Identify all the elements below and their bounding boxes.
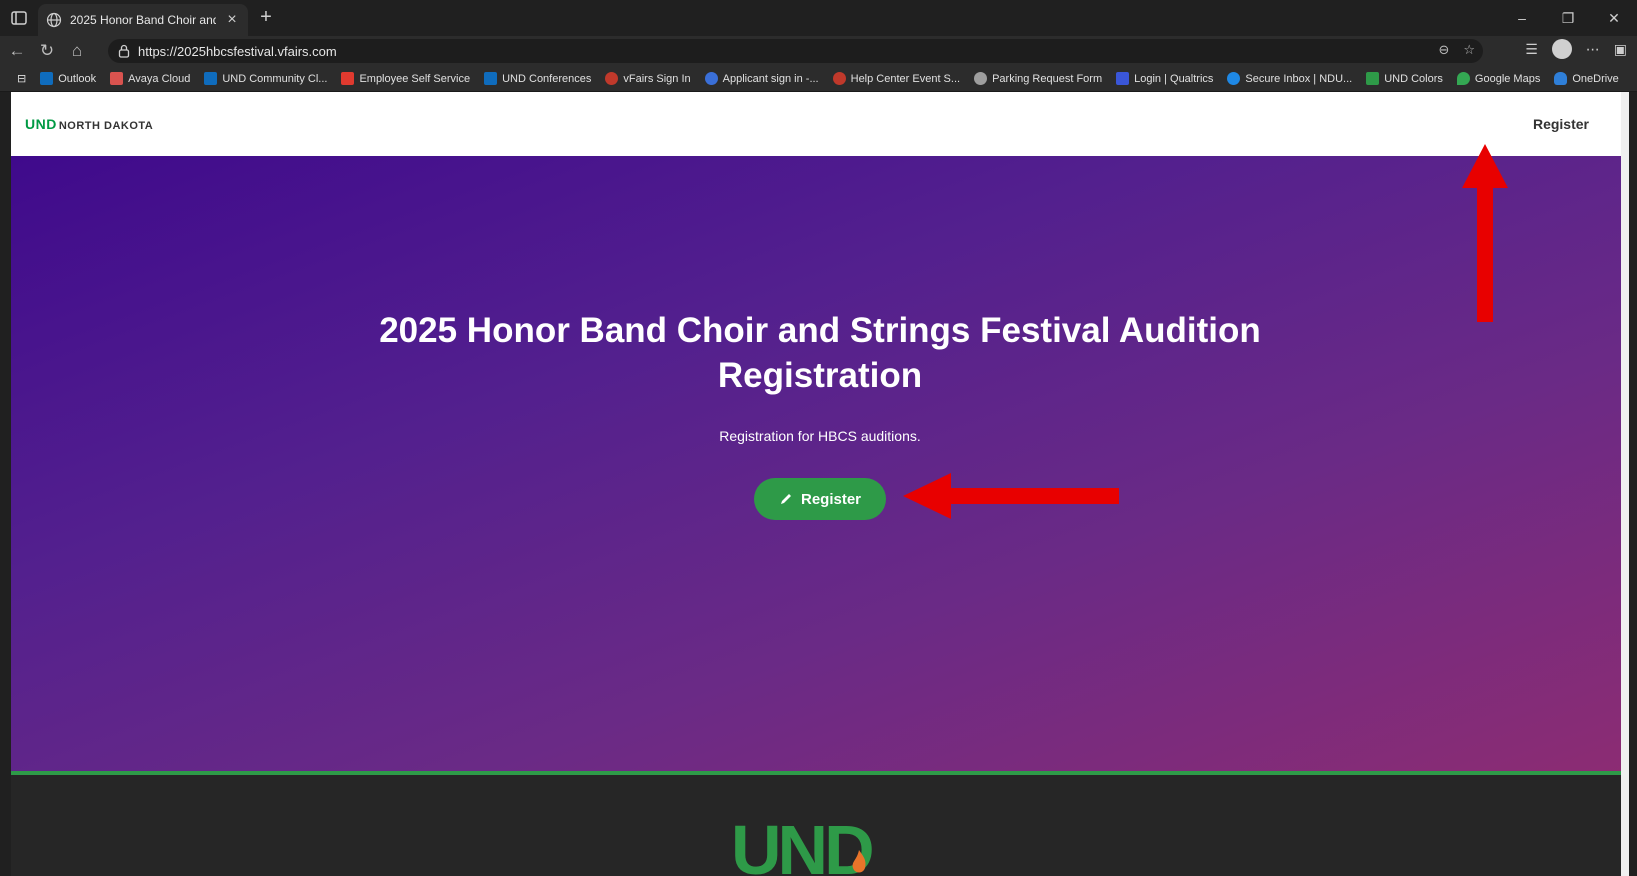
hero-subtitle: Registration for HBCS auditions. xyxy=(719,428,921,444)
bookmark-item[interactable]: Outlook xyxy=(33,72,103,85)
more-options-circle-icon[interactable]: ⊖ xyxy=(1438,42,1449,58)
favorite-star-icon[interactable]: ☆ xyxy=(1463,42,1475,58)
pencil-icon xyxy=(780,494,791,504)
tab-title: 2025 Honor Band Choir and Strin xyxy=(70,13,216,27)
toolbar-right-actions: ☰ ⋯ ▣ xyxy=(1525,39,1627,59)
bookmark-item[interactable]: Login | Qualtrics xyxy=(1109,72,1220,85)
page-viewport: UND NORTH DAKOTA Register 2025 Honor Ban… xyxy=(11,92,1629,876)
bookmark-item[interactable]: Employee Self Service xyxy=(334,72,477,85)
und-logo[interactable]: UND NORTH DAKOTA xyxy=(25,116,153,132)
qualtrics-icon xyxy=(1116,72,1130,85)
globe-icon xyxy=(974,72,988,85)
secure-inbox-icon xyxy=(1227,72,1241,85)
browser-tab-active[interactable]: 2025 Honor Band Choir and Strin × xyxy=(38,4,248,36)
vfairs-icon xyxy=(605,72,619,85)
restore-button[interactable]: ❐ xyxy=(1545,0,1591,36)
site-header: UND NORTH DAKOTA Register xyxy=(11,92,1629,156)
minimize-button[interactable]: – xyxy=(1499,0,1545,36)
bookmark-item[interactable]: vFairs Sign In xyxy=(598,72,697,85)
bookmark-item[interactable]: Parking Request Form xyxy=(967,72,1109,85)
bookmarks-bar: ⊟ Outlook Avaya Cloud UND Community Cl..… xyxy=(0,66,1637,92)
globe-icon xyxy=(46,12,62,28)
outlook-icon xyxy=(204,72,218,85)
annotation-arrow-up xyxy=(1462,144,1508,322)
register-button[interactable]: Register xyxy=(754,478,886,520)
address-bar[interactable]: https://2025hbcsfestival.vfairs.com ⊖ ☆ xyxy=(108,39,1483,63)
browser-toolbar: ← ↻ ⌂ https://2025hbcsfestival.vfairs.co… xyxy=(0,36,1637,66)
url-text: https://2025hbcsfestival.vfairs.com xyxy=(138,43,337,59)
favorites-list-icon[interactable]: ☰ xyxy=(1525,41,1538,58)
cloud-icon xyxy=(1554,72,1568,85)
bookmark-item[interactable]: UND Colors xyxy=(1359,72,1450,85)
bookmark-item[interactable]: UND Conferences xyxy=(477,72,598,85)
register-button-label: Register xyxy=(800,490,862,508)
sidebar-icon[interactable]: ▣ xyxy=(1614,41,1627,58)
bookmark-item[interactable]: Google Maps xyxy=(1450,72,1547,85)
footer-und-logo: UND xyxy=(731,815,875,876)
map-pin-icon xyxy=(1456,72,1470,85)
browser-tab-strip: 2025 Honor Band Choir and Strin × + – ❐ … xyxy=(0,0,1637,36)
address-bar-actions: ⊖ ☆ xyxy=(1438,42,1475,58)
home-icon[interactable]: ⌂ xyxy=(64,38,90,64)
bookmark-item[interactable]: Help Center Event S... xyxy=(826,72,967,85)
tab-actions-icon[interactable] xyxy=(10,9,28,27)
bookmark-item[interactable]: Applicant sign in -... xyxy=(698,72,826,85)
refresh-icon[interactable]: ↻ xyxy=(34,38,60,64)
page-title: 2025 Honor Band Choir and Strings Festiv… xyxy=(379,311,1261,395)
vfairs-icon xyxy=(832,72,846,85)
page-scrollbar[interactable] xyxy=(1621,92,1629,876)
flame-icon xyxy=(852,850,866,873)
outlook-icon xyxy=(484,72,498,85)
avaya-icon xyxy=(110,72,124,85)
bookmark-item[interactable]: UND Community Cl... xyxy=(197,72,334,85)
bookmark-item[interactable]: Secure Inbox | NDU... xyxy=(1220,72,1359,85)
window-controls: – ❐ ✕ xyxy=(1499,0,1637,36)
outlook-icon xyxy=(40,72,54,85)
hero-section: 2025 Honor Band Choir and Strings Festiv… xyxy=(11,156,1629,771)
bookmarks-menu-icon[interactable]: ⊟ xyxy=(10,72,33,85)
back-arrow-icon[interactable]: ← xyxy=(4,38,30,64)
close-window-button[interactable]: ✕ xyxy=(1591,0,1637,36)
nav-register-link[interactable]: Register xyxy=(1533,116,1589,132)
applicant-icon xyxy=(704,72,718,85)
logo-und-text: UND xyxy=(25,116,57,132)
bookmark-item[interactable]: Avaya Cloud xyxy=(103,72,197,85)
lock-icon xyxy=(118,44,130,58)
new-tab-button[interactable]: + xyxy=(254,6,278,29)
profile-avatar-icon[interactable] xyxy=(1551,39,1572,59)
site-footer: UND xyxy=(11,775,1629,876)
annotation-arrow-left xyxy=(903,473,1119,519)
settings-more-icon[interactable]: ⋯ xyxy=(1586,41,1600,58)
employee-service-icon xyxy=(341,72,355,85)
tab-close-icon[interactable]: × xyxy=(224,11,240,29)
und-colors-icon xyxy=(1366,72,1380,85)
logo-north-dakota-text: NORTH DAKOTA xyxy=(58,120,154,132)
bookmark-item[interactable]: OneDrive xyxy=(1547,72,1625,85)
